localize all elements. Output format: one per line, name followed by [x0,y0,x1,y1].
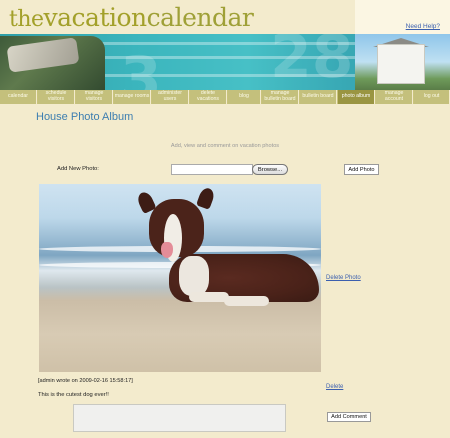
main-nav: calendar schedule visitors manage visito… [0,90,450,104]
nav-item-manage-account[interactable]: manage account [376,90,413,104]
delete-photo-link[interactable]: Delete Photo [326,275,361,281]
photo-dog-paw [189,292,229,302]
header-banner: 3 28 [0,34,450,90]
header: thevacationcalendar Need Help? 3 28 [0,0,450,90]
help-area: Need Help? [355,0,450,34]
banner-decorative-digit: 3 [120,44,162,90]
photo-file-input[interactable] [171,164,253,175]
logo-prefix: the [9,7,44,32]
page-subtitle: Add, view and comment on vacation photos [170,143,280,149]
delete-comment-link[interactable]: Delete [326,384,343,390]
banner-decorative-digit: 28 [270,34,354,90]
nav-item-bulletin-board[interactable]: bulletin board [300,90,337,104]
comment-text: This is the cutest dog ever!! [38,392,109,398]
logo-word-calendar: calendar [146,3,254,32]
nav-item-schedule-visitors[interactable]: schedule visitors [38,90,75,104]
nav-item-calendar[interactable]: calendar [0,90,37,104]
nav-item-manage-bulletin-board[interactable]: manage bulletin board [262,90,299,104]
add-photo-button[interactable]: Add Photo [344,164,379,175]
comment-textarea[interactable] [73,404,286,432]
photo-dog-tongue [161,242,173,258]
logo-bar: thevacationcalendar [0,0,355,34]
photo-dog-paw [224,296,269,306]
add-photo-label: Add New Photo: [57,166,99,172]
nav-item-photo-album[interactable]: photo album [338,90,375,104]
album-photo[interactable] [39,184,321,372]
app-logo[interactable]: thevacationcalendar [9,3,254,32]
nav-item-administer-users[interactable]: administer users [152,90,189,104]
logo-word-vacation: vacation [43,3,148,32]
add-comment-button[interactable]: Add Comment [327,412,371,422]
nav-item-blog[interactable]: blog [228,90,261,104]
nav-item-delete-vacations[interactable]: delete vacations [190,90,227,104]
photo-dog-ear [196,186,216,210]
nav-item-log-out[interactable]: log out [414,90,450,104]
photo-dog-chest [179,256,209,296]
nav-item-manage-rooms[interactable]: manage rooms [114,90,151,104]
page-title: House Photo Album [36,111,134,123]
house-shape [377,44,425,84]
browse-button[interactable]: Browse... [252,164,288,175]
nav-item-manage-visitors[interactable]: manage visitors [76,90,113,104]
house-image [355,34,450,90]
need-help-link[interactable]: Need Help? [406,23,440,30]
suitcase-image [0,36,105,90]
comment-meta: [admin wrote on 2009-02-16 15:58:17] [38,378,133,384]
